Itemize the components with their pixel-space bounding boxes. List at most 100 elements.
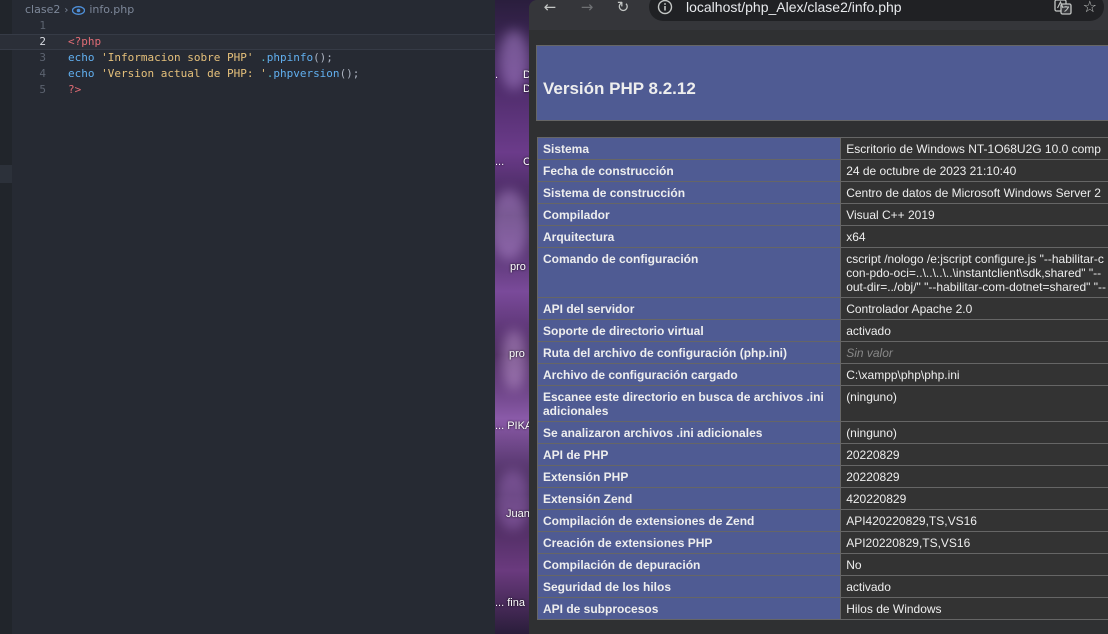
breadcrumb-file[interactable]: info.php xyxy=(89,3,134,16)
chevron-right-icon: › xyxy=(64,5,69,16)
code-token: (); xyxy=(313,51,333,64)
table-row: Extensión PHP 20220829 xyxy=(536,465,1108,488)
table-row: API de PHP 20220829 xyxy=(536,443,1108,466)
row-key: Extensión Zend xyxy=(536,487,842,510)
back-arrow-icon[interactable]: ← xyxy=(542,0,558,16)
table-row: Archivo de configuración cargado C:\xampp… xyxy=(536,363,1108,386)
row-key: Soporte de directorio virtual xyxy=(536,319,842,342)
row-value: (ninguno) xyxy=(840,421,1108,444)
wallpaper-shape xyxy=(499,30,529,90)
row-value: No xyxy=(840,553,1108,576)
row-key: Compilación de depuración xyxy=(536,553,842,576)
address-bar[interactable]: localhost/php_Alex/clase2/info.php ☆ xyxy=(649,0,1104,21)
row-key: Creación de extensiones PHP xyxy=(536,531,842,554)
code-token: (); xyxy=(339,67,360,80)
row-key: Sistema xyxy=(536,137,842,160)
browser-window: ← → ↻ localhost/php_Alex/clase2/info.php… xyxy=(529,0,1108,634)
code-line[interactable]: 1 xyxy=(0,18,495,34)
row-value: 20220829 xyxy=(840,465,1108,488)
table-row: API de subprocesos Hilos de Windows xyxy=(536,597,1108,620)
table-row: Sistema de construcción Centro de datos d… xyxy=(536,181,1108,204)
row-value: (ninguno) xyxy=(840,385,1108,422)
code-line[interactable]: 5 ?> xyxy=(0,82,495,98)
code-line[interactable]: 4 echo 'Version actual de PHP: '.phpversi… xyxy=(0,66,495,82)
row-key: API de subprocesos xyxy=(536,597,842,620)
line-number: 4 xyxy=(39,67,46,80)
code-token: echo xyxy=(68,67,102,80)
code-area[interactable]: 1 2 <?php 3 echo 'Informacion sobre PHP' .ph… xyxy=(0,18,495,98)
code-token: echo xyxy=(68,51,102,64)
table-row: Escanee este directorio en busca de arch… xyxy=(536,385,1108,422)
row-value: 420220829 xyxy=(840,487,1108,510)
row-value: 20220829 xyxy=(840,443,1108,466)
table-row: Sistema Escritorio de Windows NT-1O68U2G … xyxy=(536,137,1108,160)
row-value: 24 de octubre de 2023 21:10:40 xyxy=(840,159,1108,182)
desktop-icon-label[interactable]: Juan xyxy=(506,508,530,520)
code-text[interactable]: <?php xyxy=(68,35,101,49)
desktop-icon-label[interactable]: ... xyxy=(495,156,504,168)
row-key: Archivo de configuración cargado xyxy=(536,363,842,386)
phpinfo-table: Sistema Escritorio de Windows NT-1O68U2G … xyxy=(536,137,1108,620)
code-line[interactable]: 2 <?php xyxy=(0,34,495,50)
page-viewport[interactable]: Versión PHP 8.2.12 Sistema Escritorio de … xyxy=(529,30,1108,634)
code-text[interactable]: echo 'Informacion sobre PHP' .phpinfo(); xyxy=(68,50,333,66)
table-row: Se analizaron archivos .ini adicionales(… xyxy=(536,421,1108,444)
row-value: activado xyxy=(840,319,1108,342)
table-row: Arquitectura x64 xyxy=(536,225,1108,248)
desktop-icon-label[interactable]: ... fina xyxy=(495,597,525,609)
star-icon[interactable]: ☆ xyxy=(1083,0,1097,16)
row-value: API20220829,TS,VS16 xyxy=(840,531,1108,554)
row-key: Escanee este directorio en busca de arch… xyxy=(536,385,842,422)
row-value: activado xyxy=(840,575,1108,598)
table-row: Fecha de construcción 24 de octubre de 20… xyxy=(536,159,1108,182)
row-key: Extensión PHP xyxy=(536,465,842,488)
table-row: Soporte de directorio virtual activado xyxy=(536,319,1108,342)
code-token: 'Informacion sobre PHP' xyxy=(101,51,254,64)
line-number: 3 xyxy=(39,51,46,64)
reload-icon[interactable]: ↻ xyxy=(615,0,631,16)
wallpaper-shape xyxy=(495,470,531,530)
table-row: Seguridad de los hilos activado xyxy=(536,575,1108,598)
php-version-header: Versión PHP 8.2.12 xyxy=(537,46,1108,120)
browser-toolbar: ← → ↻ localhost/php_Alex/clase2/info.php… xyxy=(529,0,1108,22)
page-title: Versión PHP 8.2.12 xyxy=(543,79,696,98)
row-key: Ruta del archivo de configuración (php.i… xyxy=(536,341,842,364)
translate-icon[interactable] xyxy=(1054,0,1072,15)
row-key: Compilador xyxy=(536,203,842,226)
gutter-marker xyxy=(0,165,12,183)
row-key: API de PHP xyxy=(536,443,842,466)
code-token: ?> xyxy=(68,83,82,96)
code-text[interactable]: echo 'Version actual de PHP: '.phpversio… xyxy=(68,66,359,82)
row-value: Controlador Apache 2.0 xyxy=(840,297,1108,320)
table-row: API del servidor Controlador Apache 2.0 xyxy=(536,297,1108,320)
row-value: Visual C++ 2019 xyxy=(840,203,1108,226)
code-line[interactable]: 3 echo 'Informacion sobre PHP' .phpinfo()… xyxy=(0,50,495,66)
code-text[interactable]: ?> xyxy=(68,82,81,98)
row-value: x64 xyxy=(840,225,1108,248)
row-value: Sin valor xyxy=(840,341,1108,364)
code-editor[interactable]: clase2 › info.php 1 2 <?php 3 echo 'Informacio… xyxy=(0,0,495,634)
breadcrumb-folder[interactable]: clase2 xyxy=(25,3,60,16)
code-token: <?php xyxy=(68,35,102,48)
forward-arrow-icon[interactable]: → xyxy=(579,0,595,16)
wallpaper-shape xyxy=(501,330,527,390)
row-value: API420220829,TS,VS16 xyxy=(840,509,1108,532)
row-key: Seguridad de los hilos xyxy=(536,575,842,598)
table-row: Comando de configuración cscript /nologo … xyxy=(536,247,1108,298)
desktop-icon-label[interactable]: pro xyxy=(510,261,526,273)
row-value-text: cscript /nologo /e:jscript configure.js … xyxy=(846,252,1106,294)
row-value: Centro de datos de Microsoft Windows Ser… xyxy=(840,181,1108,204)
site-info-icon[interactable] xyxy=(657,0,673,15)
desktop-icon-label[interactable]: . xyxy=(495,69,498,81)
desktop-icon-label[interactable]: ... PIKA xyxy=(495,420,532,432)
breadcrumb: clase2 › info.php xyxy=(25,3,134,16)
table-row: Creación de extensiones PHP API20220829,T… xyxy=(536,531,1108,554)
row-key: Compilación de extensiones de Zend xyxy=(536,509,842,532)
desktop-icon-label[interactable]: pro xyxy=(509,348,525,360)
line-number: 2 xyxy=(39,35,46,48)
table-row: Compilador Visual C++ 2019 xyxy=(536,203,1108,226)
table-row: Ruta del archivo de configuración (php.i… xyxy=(536,341,1108,364)
code-token: . xyxy=(253,51,267,64)
url-text[interactable]: localhost/php_Alex/clase2/info.php xyxy=(686,0,902,15)
row-value: C:\xampp\php\php.ini xyxy=(840,363,1108,386)
